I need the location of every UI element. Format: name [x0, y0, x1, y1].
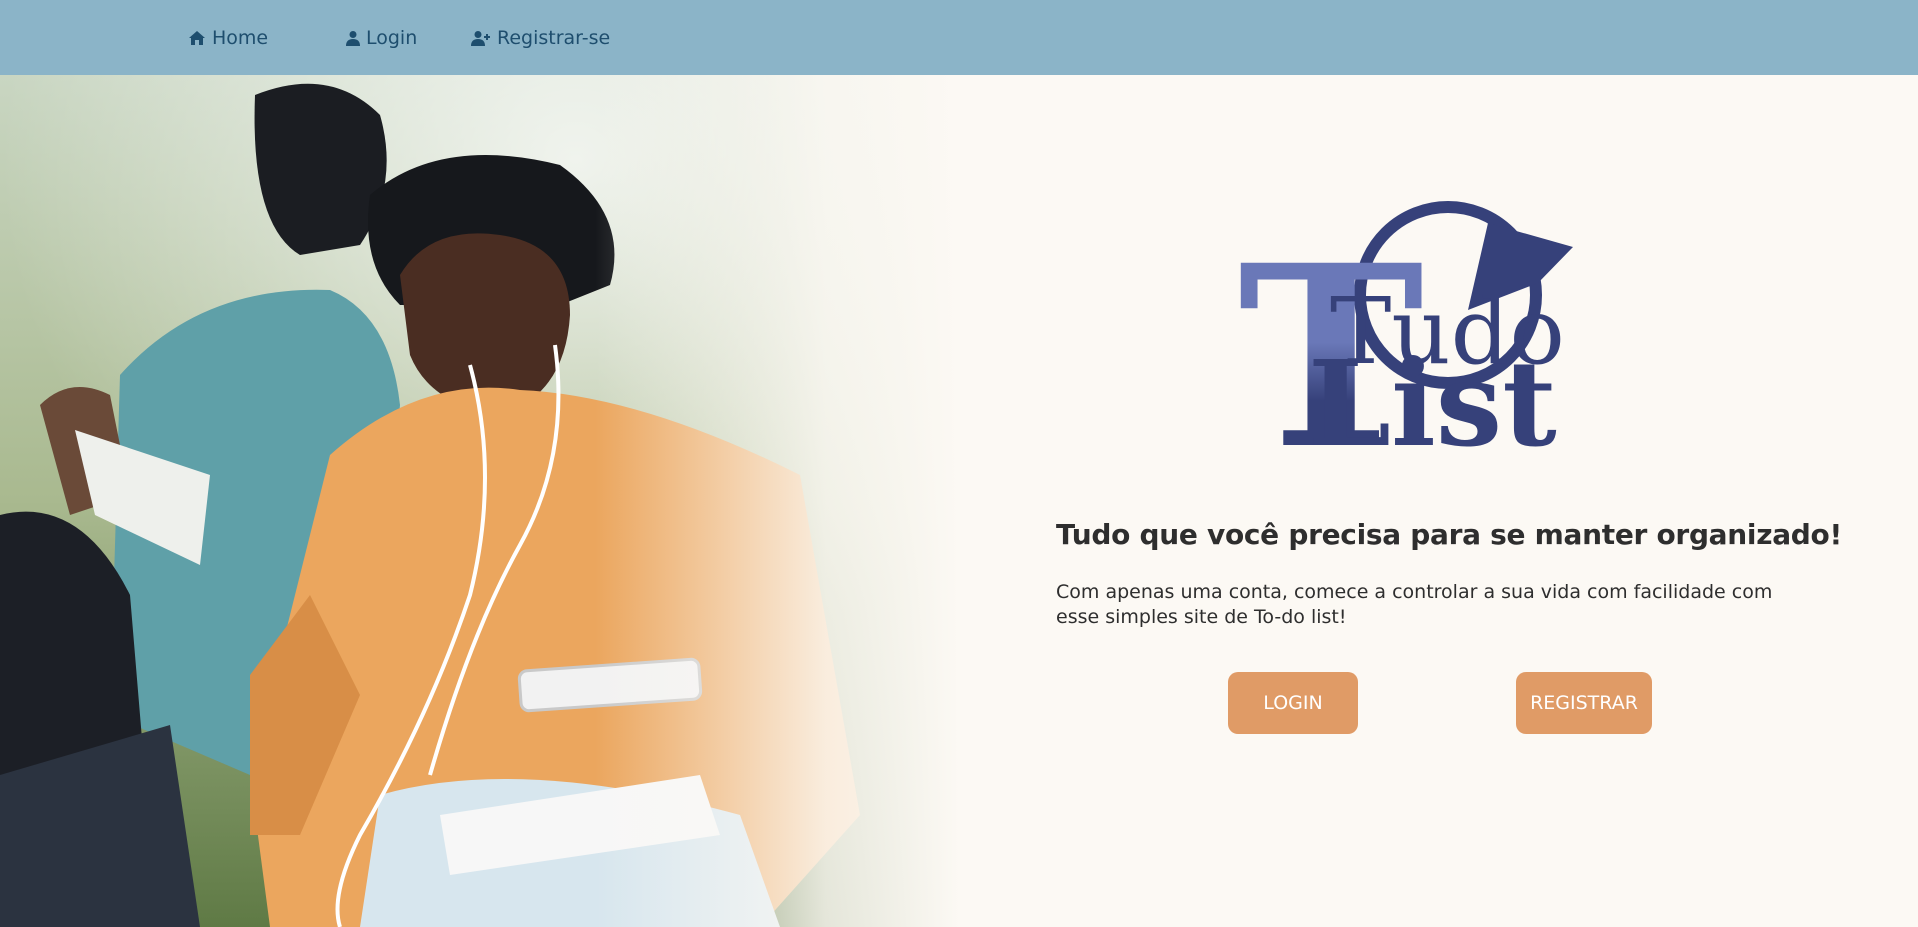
nav-login-link[interactable]: Login — [346, 26, 417, 50]
nav-login-label: Login — [366, 27, 418, 49]
user-icon — [346, 30, 360, 46]
page-description: Com apenas uma conta, comece a controlar… — [1056, 581, 1773, 628]
register-button[interactable]: REGISTRAR — [1516, 672, 1652, 734]
login-button[interactable]: LOGIN — [1228, 672, 1358, 734]
nav-home-link[interactable]: Home — [188, 26, 268, 50]
logo-word-list: List — [1308, 334, 1557, 455]
nav-register-link[interactable]: Registrar-se — [471, 26, 610, 50]
user-plus-icon — [471, 30, 491, 46]
nav-home-label: Home — [212, 27, 269, 49]
top-navbar: Home Login Registrar-se — [0, 0, 1918, 75]
nav-register-label: Registrar-se — [497, 27, 611, 49]
home-icon — [188, 30, 206, 46]
tudo-list-logo: T Tudo List — [1238, 195, 1578, 455]
page-headline: Tudo que você precisa para se manter org… — [1056, 518, 1842, 551]
hero-photo — [0, 75, 960, 927]
